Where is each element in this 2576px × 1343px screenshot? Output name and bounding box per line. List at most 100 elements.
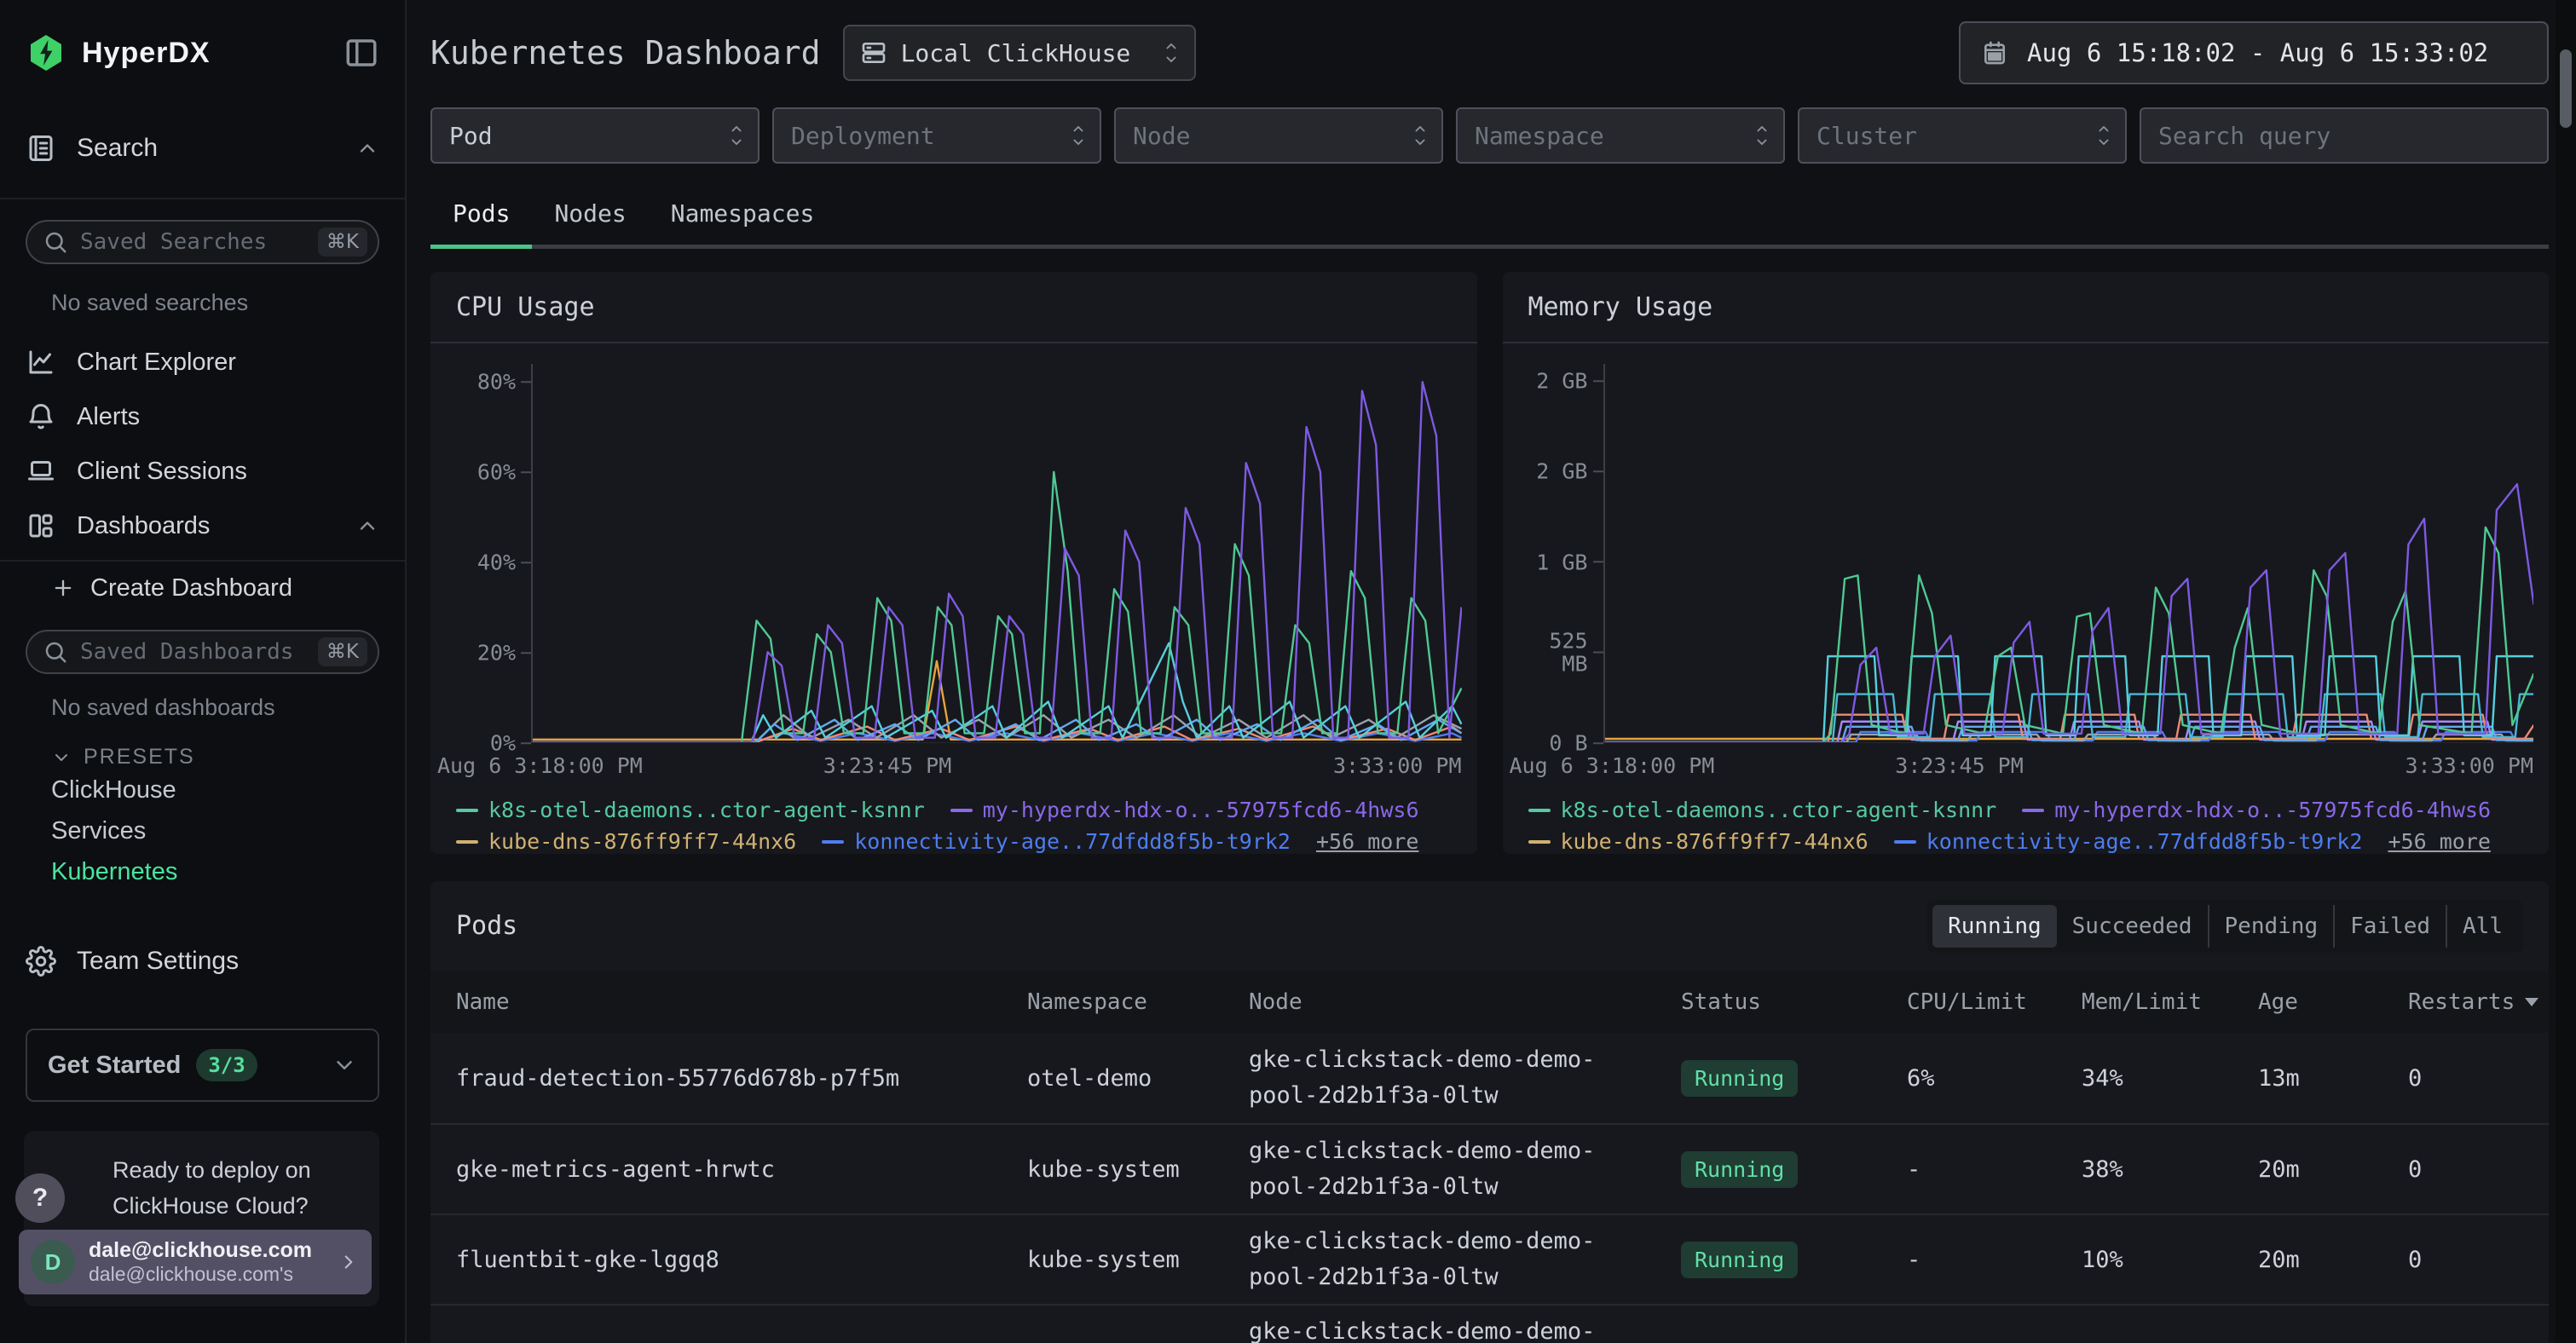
table-row[interactable]: fraud-detection-55776d678b-p7f5motel-dem… <box>430 1033 2549 1123</box>
column-label: Restarts <box>2408 989 2515 1015</box>
sidebar-item-alerts[interactable]: Alerts <box>26 389 379 444</box>
chevron-up-icon <box>355 136 379 160</box>
create-dashboard-label: Create Dashboard <box>90 574 379 602</box>
select-chevrons-icon <box>1753 121 1771 150</box>
calendar-icon <box>1981 39 2008 66</box>
x-tick: 3:33:00 PM <box>2405 753 2533 778</box>
hyperdx-logo-icon <box>26 32 66 73</box>
laptop-icon <box>26 456 56 487</box>
legend-entry[interactable]: kube-dns-876ff9ff7-44nx6 <box>1528 829 1868 854</box>
table-row[interactable]: gke-clickstack-demo-demo-pool-2d2b1f3a-0… <box>430 1304 2549 1343</box>
column-header-node[interactable]: Node <box>1249 989 1681 1015</box>
sidebar-item-chart-explorer[interactable]: Chart Explorer <box>26 335 379 389</box>
memory-legend: k8s-otel-daemons..ctor-agent-ksnnr my-hyp… <box>1503 786 2550 854</box>
saved-dashboards-input[interactable]: Saved Dashboards ⌘K <box>26 630 379 674</box>
filter-select-namespace[interactable]: Namespace <box>1456 107 1785 164</box>
status-filter-all[interactable]: All <box>2446 905 2518 948</box>
column-header-cpu-limit[interactable]: CPU/Limit <box>1907 989 2082 1015</box>
column-header-age[interactable]: Age <box>2258 989 2408 1015</box>
column-header-mem-limit[interactable]: Mem/Limit <box>2082 989 2258 1015</box>
x-tick: 3:23:45 PM <box>823 753 952 778</box>
table-row[interactable]: gke-metrics-agent-hrwtckube-systemgke-cl… <box>430 1123 2549 1213</box>
search-query-field[interactable] <box>2140 107 2549 164</box>
preset-item-services[interactable]: Services <box>0 810 405 851</box>
legend-entry[interactable]: konnectivity-age..77dfdd8f5b-t9rk2 <box>822 829 1291 854</box>
preset-item-clickhouse[interactable]: ClickHouse <box>0 769 405 810</box>
filter-value: Pod <box>449 122 727 150</box>
legend-entry[interactable]: konnectivity-age..77dfdd8f5b-t9rk2 <box>1894 829 2363 854</box>
chart-title: CPU Usage <box>430 272 1477 343</box>
scrollbar-thumb[interactable] <box>2560 49 2572 128</box>
column-header-restarts[interactable]: Restarts <box>2408 989 2538 1015</box>
y-tick: 40% <box>477 550 531 574</box>
gear-icon <box>26 946 56 977</box>
x-tick: Aug 6 3:18:00 PM <box>437 753 643 778</box>
search-query-input[interactable] <box>2158 122 2530 150</box>
presets-section-toggle[interactable]: PRESETS <box>0 745 405 769</box>
status-filter-failed[interactable]: Failed <box>2333 905 2446 948</box>
help-button[interactable]: ? <box>15 1173 65 1223</box>
tab-nodes[interactable]: Nodes <box>532 184 648 245</box>
status-filter-succeeded[interactable]: Succeeded <box>2057 905 2208 948</box>
search-icon <box>43 639 68 665</box>
filter-select-pod[interactable]: Pod <box>430 107 760 164</box>
table-row[interactable]: fluentbit-gke-lggq8kube-systemgke-clicks… <box>430 1213 2549 1304</box>
pod-name-cell: fraud-detection-55776d678b-p7f5m <box>456 1065 1027 1092</box>
legend-entry[interactable]: k8s-otel-daemons..ctor-agent-ksnnr <box>456 798 925 822</box>
sidebar: HyperDX Search Saved Searches ⌘K No save… <box>0 0 407 1343</box>
x-tick: Aug 6 3:18:00 PM <box>1510 753 1715 778</box>
tab-namespaces[interactable]: Namespaces <box>649 184 837 245</box>
get-started-button[interactable]: Get Started 3/3 <box>26 1029 379 1102</box>
search-icon <box>43 229 68 255</box>
legend-entry[interactable]: my-hyperdx-hdx-o..-57975fcd6-4hws6 <box>2022 798 2491 822</box>
legend-swatch <box>950 809 973 812</box>
filter-select-node[interactable]: Node <box>1114 107 1443 164</box>
datasource-select[interactable]: Local ClickHouse <box>843 25 1196 81</box>
legend-entry[interactable]: k8s-otel-daemons..ctor-agent-ksnnr <box>1528 798 1997 822</box>
filter-select-deployment[interactable]: Deployment <box>772 107 1101 164</box>
chevron-down-icon <box>332 1052 357 1078</box>
sidebar-item-search[interactable]: Search <box>26 121 379 176</box>
filter-select-cluster[interactable]: Cluster <box>1798 107 2127 164</box>
preset-item-kubernetes[interactable]: Kubernetes <box>0 851 405 892</box>
status-filter-running[interactable]: Running <box>1932 905 2057 948</box>
legend-entry[interactable]: my-hyperdx-hdx-o..-57975fcd6-4hws6 <box>950 798 1419 822</box>
sidebar-item-dashboards[interactable]: Dashboards <box>26 499 379 553</box>
legend-more-link[interactable]: +56 more <box>2388 829 2490 854</box>
legend-row: k8s-otel-daemons..ctor-agent-ksnnr my-hyp… <box>1528 794 2524 826</box>
y-tick: 20% <box>477 641 531 665</box>
age-cell: 13m <box>2258 1065 2408 1092</box>
node-cell: gke-clickstack-demo-demo-pool-2d2b1f3a-0… <box>1249 1133 1649 1205</box>
sidebar-collapse-icon[interactable] <box>344 35 379 71</box>
team-settings-label: Team Settings <box>77 947 379 976</box>
status-filter-pending[interactable]: Pending <box>2208 905 2334 948</box>
status-filter-group: RunningSucceededPendingFailedAll <box>1927 900 2523 953</box>
saved-searches-input[interactable]: Saved Searches ⌘K <box>26 220 379 264</box>
time-range-picker[interactable]: Aug 6 15:18:02 - Aug 6 15:33:02 <box>1959 21 2549 84</box>
tab-pods[interactable]: Pods <box>430 184 532 245</box>
memory-plot <box>1603 364 2534 743</box>
page-title: Kubernetes Dashboard <box>430 34 821 72</box>
chevron-right-icon <box>338 1251 360 1273</box>
legend-entry[interactable]: kube-dns-876ff9ff7-44nx6 <box>456 829 796 854</box>
sidebar-item-label: Dashboards <box>77 512 355 540</box>
status-badge: Running <box>1681 1060 1798 1097</box>
sidebar-item-label: Alerts <box>77 403 379 431</box>
chevron-up-icon <box>355 514 379 538</box>
legend-more-link[interactable]: +56 more <box>1316 829 1418 854</box>
create-dashboard-button[interactable]: Create Dashboard <box>26 562 379 614</box>
y-tick: 525 MB <box>1549 629 1603 676</box>
legend-swatch <box>1894 840 1916 844</box>
sidebar-item-team-settings[interactable]: Team Settings <box>26 934 379 989</box>
user-menu[interactable]: D dale@clickhouse.com dale@clickhouse.co… <box>19 1230 372 1294</box>
column-header-name[interactable]: Name <box>456 989 1027 1015</box>
column-label: Node <box>1249 989 1302 1015</box>
sidebar-item-client-sessions[interactable]: Client Sessions <box>26 444 379 499</box>
column-header-status[interactable]: Status <box>1681 989 1907 1015</box>
search-section-icon <box>26 133 56 164</box>
pods-panel: Pods RunningSucceededPendingFailedAll Na… <box>430 881 2549 1343</box>
cpu-cell: - <box>1907 1156 2082 1183</box>
column-header-namespace[interactable]: Namespace <box>1027 989 1249 1015</box>
sidebar-item-label: Client Sessions <box>77 458 379 486</box>
legend-row: k8s-otel-daemons..ctor-agent-ksnnr my-hyp… <box>456 794 1452 826</box>
